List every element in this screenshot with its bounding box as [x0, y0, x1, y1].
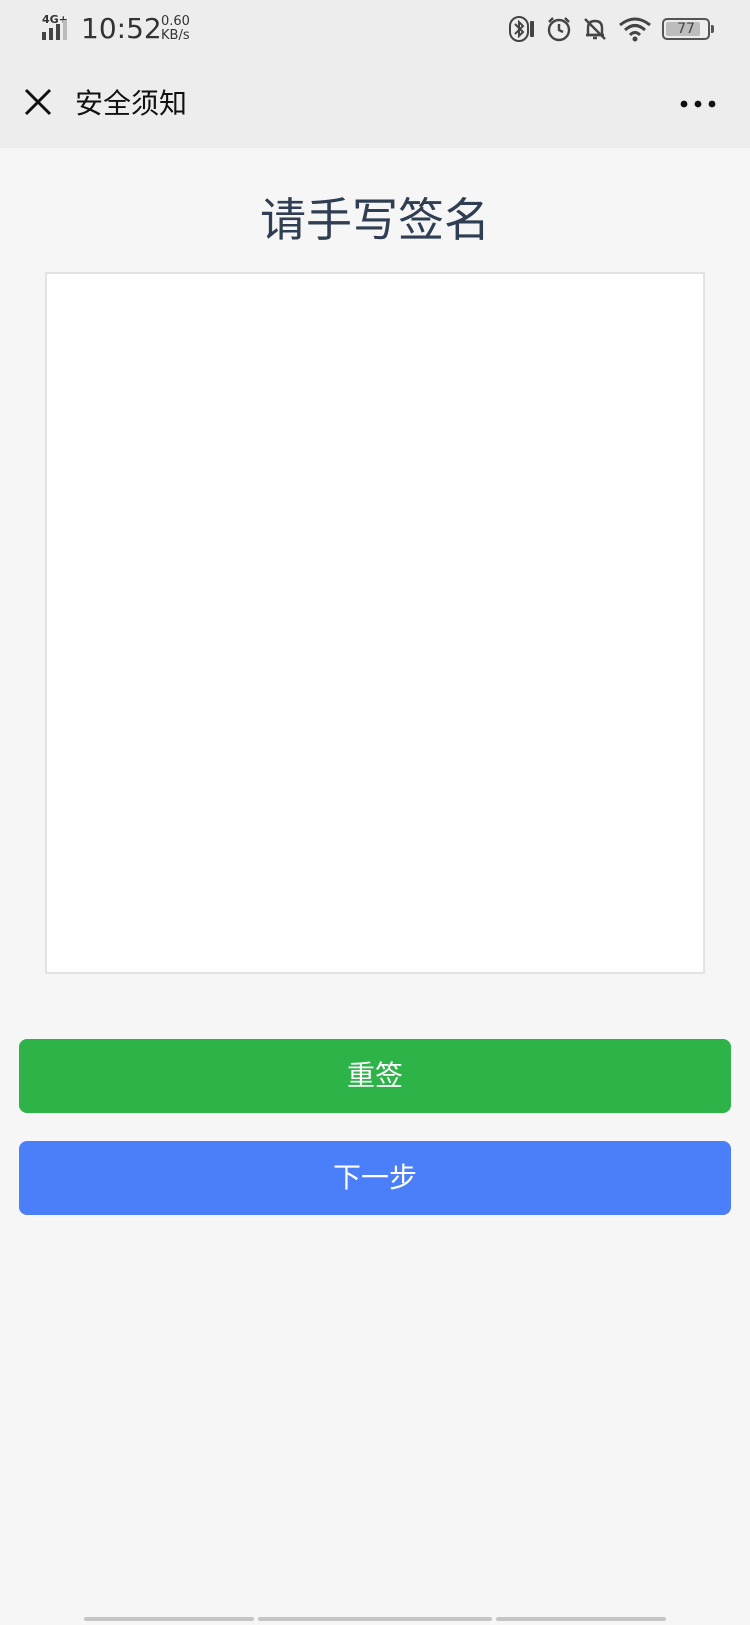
- alarm-icon: [547, 17, 571, 42]
- wifi-icon: [619, 17, 651, 42]
- resign-button[interactable]: 重签: [19, 1039, 731, 1113]
- home-indicator: [496, 1617, 666, 1621]
- home-indicator: [258, 1617, 492, 1621]
- status-icons: 77: [508, 14, 714, 44]
- more-icon[interactable]: [678, 92, 718, 116]
- status-bar: 4G+ 10:52 0.60 KB/s 77: [0, 0, 750, 60]
- speed-unit: KB/s: [161, 28, 190, 43]
- bluetooth-icon: [509, 16, 534, 42]
- nav-bar: 安全须知: [0, 60, 750, 148]
- network-speed: 0.60 KB/s: [161, 15, 190, 43]
- clock-time: 10:52: [81, 12, 162, 45]
- battery-level: 77: [677, 21, 695, 37]
- signal-icon: [42, 20, 67, 40]
- home-indicator: [84, 1617, 254, 1621]
- page-title: 安全须知: [75, 87, 188, 120]
- mute-icon: [584, 18, 606, 40]
- signature-pad[interactable]: [45, 272, 705, 974]
- battery-icon: 77: [662, 18, 714, 40]
- next-step-button[interactable]: 下一步: [19, 1141, 731, 1215]
- signature-heading: 请手写签名: [260, 193, 490, 247]
- close-icon[interactable]: [20, 84, 56, 120]
- speed-value: 0.60: [161, 14, 190, 29]
